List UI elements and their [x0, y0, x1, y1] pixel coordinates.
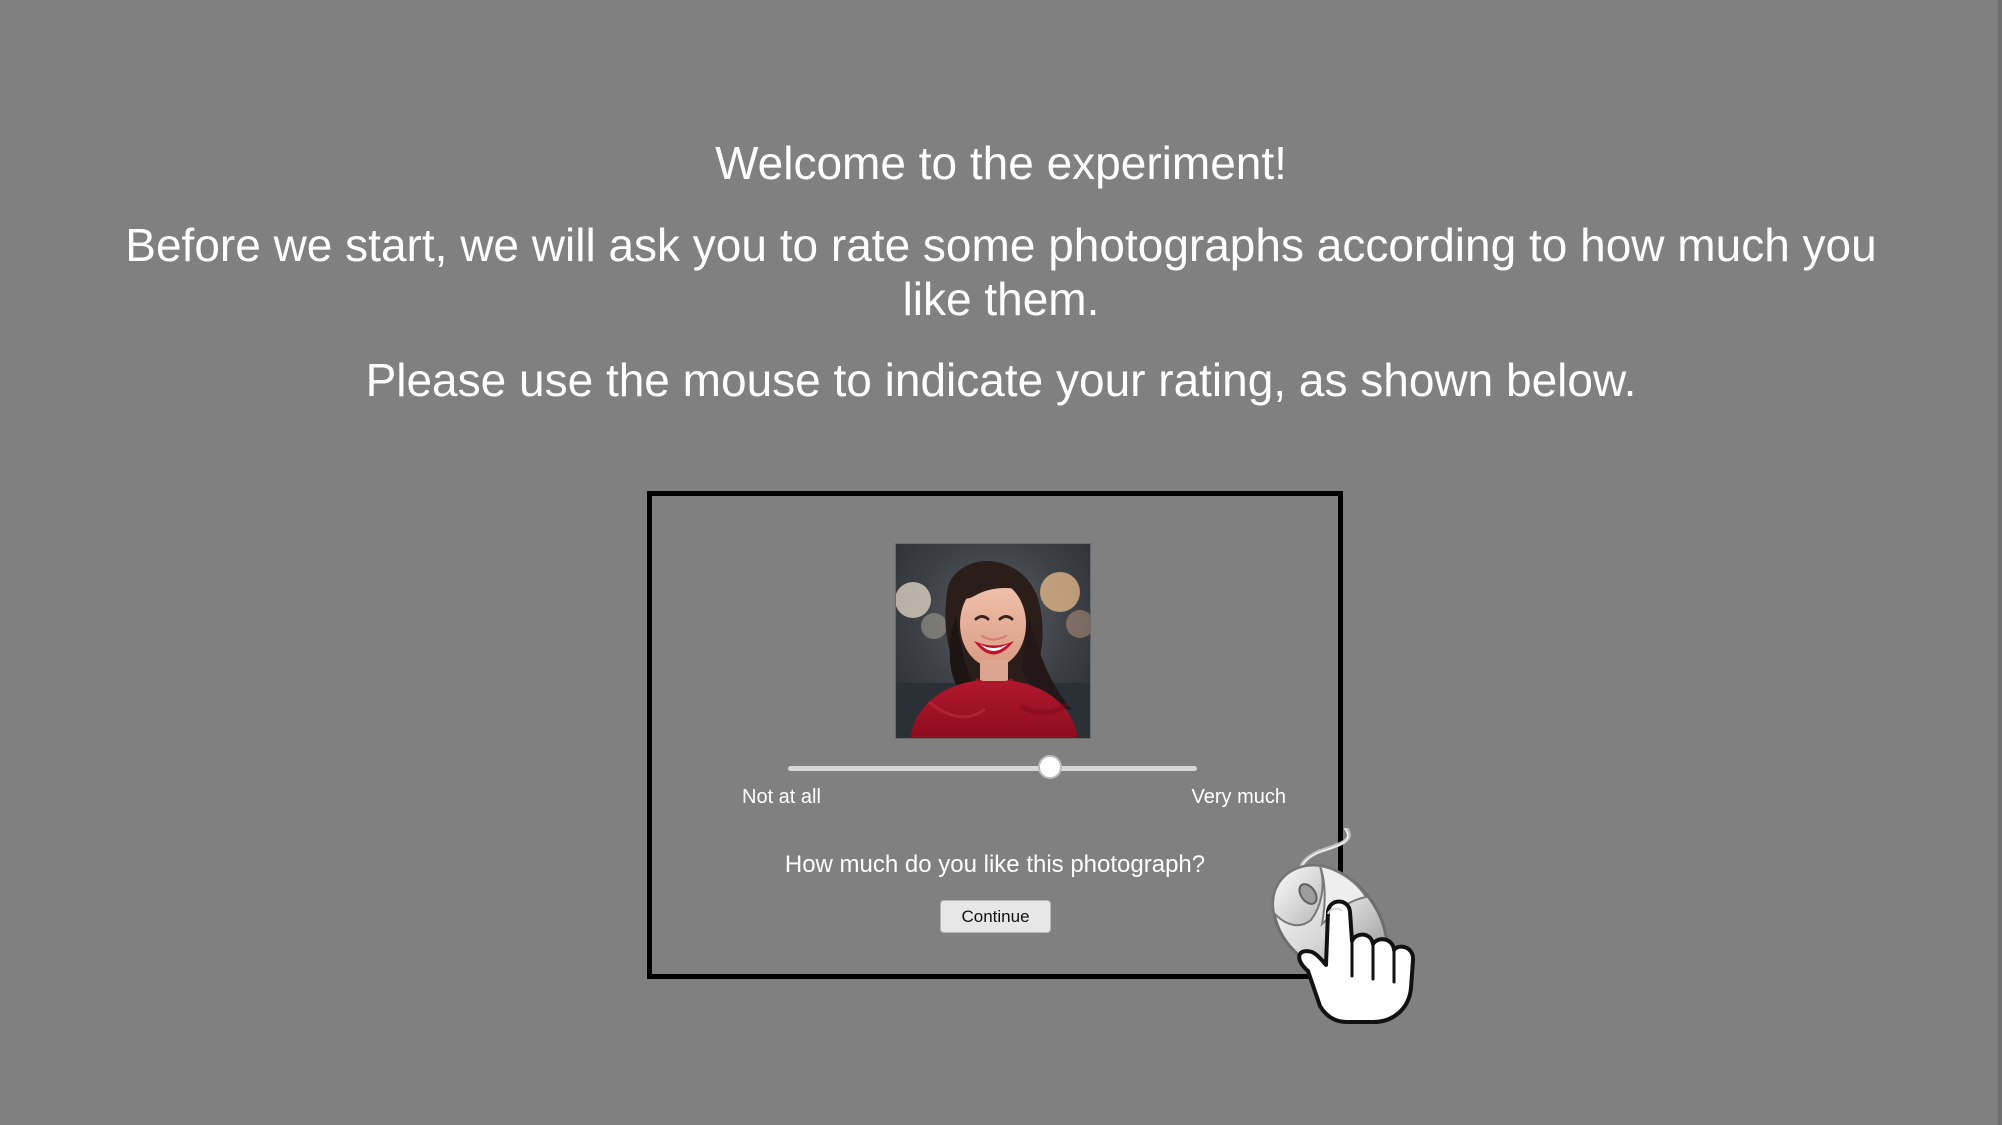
smiling-woman-portrait [896, 544, 1090, 738]
continue-button[interactable]: Continue [940, 900, 1051, 933]
instruction-line-3: Please use the mouse to indicate your ra… [365, 354, 1637, 406]
rating-slider-thumb[interactable] [1037, 755, 1062, 779]
scale-max-label: Very much [1191, 786, 1286, 808]
scale-min-label: Not at all [742, 786, 821, 808]
instruction-line-1: Before we start, we will ask you to rate… [125, 219, 1877, 271]
mouse-with-pointing-hand-icon [1271, 826, 1415, 1024]
rating-photograph [895, 543, 1091, 739]
instruction-line-2: like them. [902, 273, 1100, 325]
rating-slider-track[interactable] [788, 766, 1197, 771]
rating-question: How much do you like this photograph? [784, 851, 1206, 878]
rating-demo-frame: Not at all Very much How much do you lik… [647, 491, 1343, 979]
mouse-pointer-illustration [1270, 826, 1430, 1024]
welcome-title: Welcome to the experiment! [715, 137, 1287, 189]
